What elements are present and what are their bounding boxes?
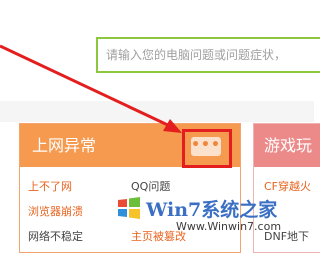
section-divider [0, 101, 314, 122]
watermark-title: Win7系统之家 [146, 199, 278, 221]
link-browser-crash[interactable]: 浏览器崩溃 [28, 205, 83, 219]
link-cant-connect[interactable]: 上不了网 [28, 180, 72, 194]
watermark: Win7系统之家 Www.Winwin7.com [112, 191, 314, 245]
card-game-title: 游戏玩 [264, 136, 313, 155]
search-input[interactable]: 请输入您的电脑问题或问题症状， [106, 39, 286, 71]
search-box[interactable]: 请输入您的电脑问题或问题症状， [96, 37, 320, 73]
windows-logo-icon [113, 192, 145, 224]
card-game-header: 游戏玩 [254, 124, 320, 167]
card-internet-title: 上网异常 [32, 136, 97, 155]
highlight-box [182, 129, 232, 168]
watermark-url: Www.Winwin7.com [176, 220, 282, 233]
link-unstable[interactable]: 网络不稳定 [28, 230, 83, 244]
